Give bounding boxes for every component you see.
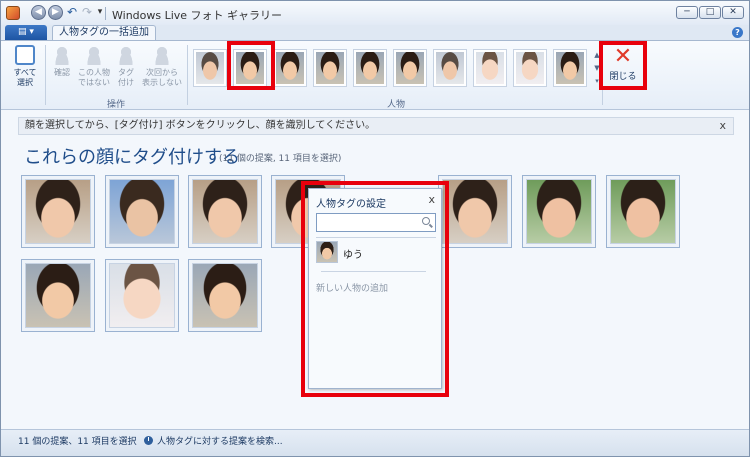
status-bar: 11 個の提案、11 項目を選択 人物タグに対する提案を検索... bbox=[1, 429, 749, 456]
person-face-thumb[interactable] bbox=[393, 49, 427, 87]
face-image bbox=[436, 52, 464, 84]
face-tile[interactable] bbox=[606, 175, 680, 248]
title-separator bbox=[105, 7, 106, 20]
person-face-thumb[interactable] bbox=[513, 49, 547, 87]
face-tile[interactable] bbox=[105, 259, 179, 332]
face-image bbox=[25, 179, 91, 244]
page-title: これらの顔にタグ付けする bbox=[24, 147, 240, 168]
app-menu-button[interactable]: ▤ ▾ bbox=[5, 25, 47, 40]
ribbon-group-separator bbox=[187, 45, 188, 105]
face-image bbox=[610, 179, 676, 244]
face-tile[interactable] bbox=[438, 175, 512, 248]
status-selection-count: 11 個の提案、11 項目を選択 bbox=[18, 437, 137, 447]
face-image bbox=[396, 52, 424, 84]
title-bar: ◀ ▶ ↶ ↷ ▾ Windows Live フォト ギャラリー ─ □ ✕ bbox=[1, 1, 749, 25]
tag-button[interactable]: タグ 付け bbox=[113, 45, 139, 88]
page-subtitle: (11 個の提案, 11 項目を選択) bbox=[219, 154, 342, 164]
person-face-thumb[interactable] bbox=[193, 49, 227, 87]
face-tile[interactable] bbox=[21, 259, 95, 332]
ribbon-group-separator bbox=[45, 45, 46, 105]
face-image bbox=[442, 179, 508, 244]
highlight-tag-popup bbox=[301, 181, 449, 397]
face-image bbox=[192, 179, 258, 244]
maximize-button[interactable]: □ bbox=[699, 6, 721, 19]
close-window-button[interactable]: ✕ bbox=[722, 6, 744, 19]
undo-icon[interactable]: ↶ bbox=[65, 5, 79, 20]
face-image bbox=[25, 263, 91, 328]
face-image bbox=[356, 52, 384, 84]
hide-next-time-button[interactable]: 次回から 表示しない bbox=[141, 45, 183, 88]
person-face-thumb[interactable] bbox=[353, 49, 387, 87]
hide-next-time-label: 次回から 表示しない bbox=[142, 68, 182, 87]
person-tag-icon bbox=[116, 45, 136, 65]
select-all-label: すべて 選択 bbox=[13, 68, 37, 87]
select-all-icon bbox=[15, 45, 35, 65]
person-face-thumb[interactable] bbox=[313, 49, 347, 87]
person-reject-icon bbox=[84, 45, 104, 65]
status-search-text: 人物タグに対する提案を検索... bbox=[157, 437, 283, 447]
face-image bbox=[192, 263, 258, 328]
face-tile[interactable] bbox=[105, 175, 179, 248]
photo-gallery-window: ◀ ▶ ↶ ↷ ▾ Windows Live フォト ギャラリー ─ □ ✕ ▤… bbox=[0, 0, 750, 457]
info-bar-close-icon[interactable]: x bbox=[719, 118, 726, 134]
person-hide-icon bbox=[152, 45, 172, 65]
not-this-person-button[interactable]: この人物 ではない bbox=[77, 45, 111, 88]
info-bar-text: 顔を選択してから、[タグ付け] ボタンをクリックし、顔を識別してください。 bbox=[25, 120, 376, 131]
face-image bbox=[196, 52, 224, 84]
forward-icon[interactable]: ▶ bbox=[48, 5, 63, 20]
face-image bbox=[276, 52, 304, 84]
minimize-button[interactable]: ─ bbox=[676, 6, 698, 19]
confirm-button[interactable]: 確認 bbox=[49, 45, 75, 78]
select-all-button[interactable]: すべて 選択 bbox=[9, 45, 41, 88]
confirm-label: 確認 bbox=[54, 68, 70, 77]
person-face-thumb[interactable] bbox=[473, 49, 507, 87]
redo-icon: ↷ bbox=[81, 5, 93, 19]
help-icon[interactable]: ? bbox=[732, 27, 743, 38]
status-search-suggestions[interactable]: 人物タグに対する提案を検索... bbox=[144, 430, 283, 454]
operations-group-label: 操作 bbox=[106, 100, 125, 110]
face-tile[interactable] bbox=[188, 259, 262, 332]
people-group-label: 人物 bbox=[386, 100, 405, 110]
app-icon[interactable] bbox=[6, 6, 20, 20]
face-image bbox=[316, 52, 344, 84]
clock-icon bbox=[144, 436, 153, 445]
person-face-thumb[interactable] bbox=[273, 49, 307, 87]
ribbon-tab-row: ▤ ▾ 人物タグの一括追加 ? bbox=[1, 25, 749, 40]
highlight-selected-face bbox=[227, 41, 275, 90]
person-face-thumb[interactable] bbox=[433, 49, 467, 87]
back-icon[interactable]: ◀ bbox=[31, 5, 46, 20]
person-confirm-icon bbox=[52, 45, 72, 65]
face-image bbox=[109, 263, 175, 328]
face-tile[interactable] bbox=[522, 175, 596, 248]
face-tile[interactable] bbox=[188, 175, 262, 248]
info-bar: 顔を選択してから、[タグ付け] ボタンをクリックし、顔を識別してください。 x bbox=[18, 117, 734, 135]
face-image bbox=[526, 179, 592, 244]
face-image bbox=[476, 52, 504, 84]
not-this-person-label: この人物 ではない bbox=[78, 68, 110, 87]
tab-batch-people-tag[interactable]: 人物タグの一括追加 bbox=[52, 25, 156, 40]
face-image bbox=[109, 179, 175, 244]
window-title: Windows Live フォト ギャラリー bbox=[112, 9, 283, 22]
face-image bbox=[556, 52, 584, 84]
tag-label: タグ 付け bbox=[118, 68, 134, 87]
face-image bbox=[516, 52, 544, 84]
person-face-thumb[interactable] bbox=[553, 49, 587, 87]
highlight-close-button bbox=[599, 41, 647, 90]
face-tile[interactable] bbox=[21, 175, 95, 248]
